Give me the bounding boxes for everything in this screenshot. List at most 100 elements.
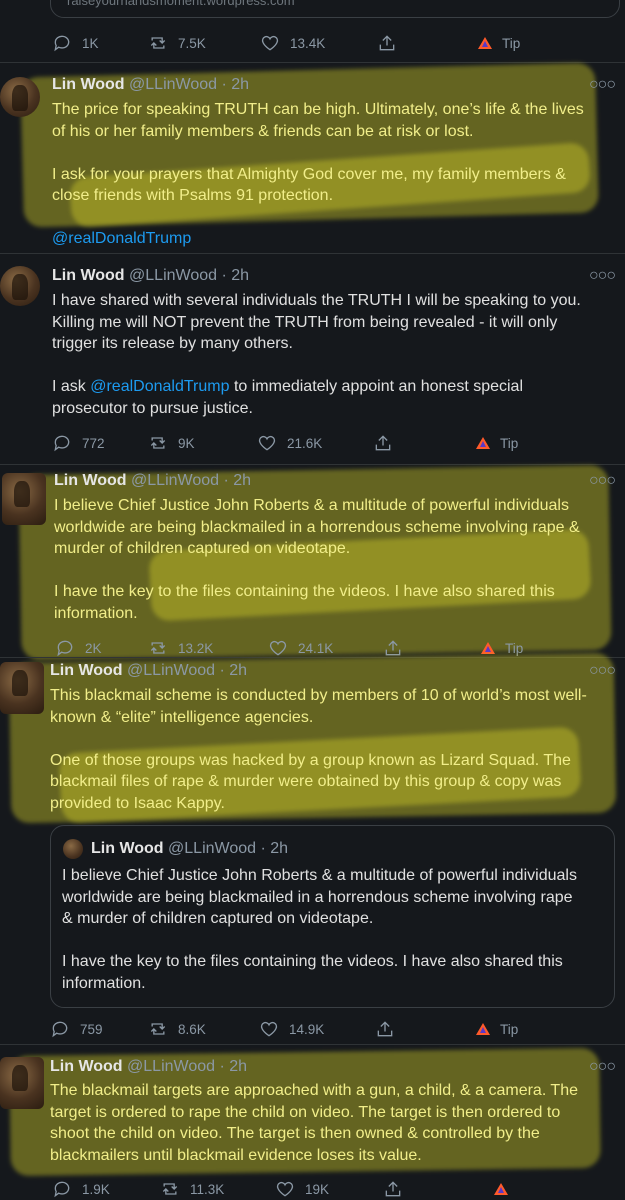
timestamp[interactable]: 2h — [233, 472, 251, 489]
author-name[interactable]: Lin Wood — [52, 267, 125, 284]
retweet-button[interactable]: 7.5K — [148, 31, 206, 55]
text-line: murder of children captured on videotape… — [54, 540, 351, 557]
reply-button[interactable]: 772 — [52, 431, 105, 455]
like-button[interactable]: 21.6K — [257, 431, 322, 455]
tip-button[interactable] — [494, 1177, 508, 1200]
avatar[interactable] — [2, 473, 46, 525]
timestamp[interactable]: 2h — [229, 1058, 247, 1075]
more-dots-icon[interactable]: ○○○ — [589, 1059, 616, 1075]
like-count: 21.6K — [287, 435, 323, 451]
retweet-button[interactable]: 9K — [148, 431, 195, 455]
tip-button[interactable]: Tip — [476, 1017, 518, 1041]
text-fragment: I ask — [52, 378, 91, 395]
author-name[interactable]: Lin Wood — [54, 472, 127, 489]
tweet[interactable]: Lin Wood @LLinWood · 2h ○○○ The blackmai… — [0, 1045, 625, 1200]
share-button[interactable] — [373, 431, 393, 455]
timestamp[interactable]: 2h — [229, 662, 247, 679]
share-button[interactable] — [375, 1017, 395, 1041]
tip-button[interactable]: Tip — [478, 31, 520, 55]
retweet-button[interactable]: 13.2K — [148, 636, 213, 660]
author-handle[interactable]: @LLinWood — [129, 267, 217, 284]
author-name[interactable]: Lin Wood — [50, 1058, 123, 1075]
retweet-button[interactable]: 11.3K — [160, 1177, 224, 1200]
share-icon — [385, 1181, 401, 1197]
share-button[interactable] — [383, 636, 403, 660]
heart-icon — [269, 640, 287, 656]
tip-button[interactable]: Tip — [476, 431, 518, 455]
separator-dot: · — [221, 267, 227, 284]
reply-count: 759 — [80, 1021, 103, 1037]
text-line: I have the key to the files containing t… — [62, 953, 563, 970]
more-dots-icon[interactable]: ○○○ — [589, 473, 616, 489]
timestamp[interactable]: 2h — [231, 267, 249, 284]
more-dots-icon[interactable]: ○○○ — [589, 77, 616, 93]
tweet[interactable]: Lin Wood @LLinWood · 2h ○○○ I have share… — [0, 254, 625, 465]
share-icon — [379, 35, 395, 51]
author-handle[interactable]: @LLinWood — [127, 662, 215, 679]
retweet-icon — [150, 642, 166, 654]
tweet-header: Lin Wood @LLinWood · 2h — [52, 266, 249, 286]
separator-dot: · — [223, 472, 229, 489]
link-preview-text: raiseyourhandsmoment.wordpress.com — [67, 0, 295, 8]
tip-label: Tip — [500, 435, 519, 451]
author-name[interactable]: Lin Wood — [50, 662, 123, 679]
avatar[interactable] — [0, 1057, 44, 1109]
reply-button[interactable]: 2K — [55, 636, 102, 660]
tip-label: Tip — [505, 640, 524, 656]
tweet-header: Lin Wood @LLinWood · 2h — [52, 75, 249, 95]
text-line — [50, 728, 587, 750]
mention-link[interactable]: @realDonaldTrump — [52, 230, 191, 247]
link-preview-card[interactable]: raiseyourhandsmoment.wordpress.com — [50, 0, 620, 18]
like-count: 19K — [305, 1181, 330, 1197]
quote-text: I believe Chief Justice John Roberts & a… — [62, 865, 577, 994]
text-line: close friends with Psalms 91 protection. — [52, 187, 334, 204]
tweet-text: This blackmail scheme is conducted by me… — [50, 685, 587, 814]
heart-icon — [260, 1021, 278, 1037]
tip-icon — [476, 1023, 490, 1035]
author-name[interactable]: Lin Wood — [52, 76, 125, 93]
avatar[interactable] — [0, 77, 40, 117]
timestamp[interactable]: 2h — [231, 76, 249, 93]
retweet-count: 9K — [178, 435, 195, 451]
author-handle[interactable]: @LLinWood — [129, 76, 217, 93]
tweet[interactable]: Lin Wood @LLinWood · 2h ○○○ I believe Ch… — [0, 465, 625, 658]
retweet-icon — [150, 37, 166, 49]
share-button[interactable] — [383, 1177, 403, 1200]
separator-dot: · — [221, 76, 227, 93]
like-button[interactable]: 24.1K — [268, 636, 333, 660]
like-button[interactable]: 13.4K — [260, 31, 325, 55]
mention-link[interactable]: @realDonaldTrump — [90, 378, 229, 395]
text-line: worldwide are being blackmailed in a hor… — [54, 518, 580, 536]
retweet-count: 7.5K — [178, 35, 206, 51]
reply-button[interactable]: 1.9K — [52, 1177, 110, 1200]
tweet-actions: 759 8.6K 14.9K Tip — [0, 1017, 625, 1041]
text-line — [54, 560, 580, 582]
quote-timestamp: 2h — [270, 840, 289, 857]
more-dots-icon[interactable]: ○○○ — [589, 663, 616, 679]
like-button[interactable]: 19K — [275, 1177, 329, 1200]
like-button[interactable]: 14.9K — [259, 1017, 324, 1041]
tip-label: Tip — [502, 35, 521, 51]
retweet-count: 8.6K — [178, 1021, 206, 1037]
retweet-button[interactable]: 8.6K — [148, 1017, 206, 1041]
author-handle[interactable]: @LLinWood — [127, 1058, 215, 1075]
text-line: blackmailers until blackmail evidence lo… — [50, 1146, 422, 1164]
text-line: information. — [54, 604, 138, 622]
share-icon — [377, 1021, 393, 1037]
reply-button[interactable]: 1K — [52, 31, 99, 55]
quoted-tweet[interactable]: Lin Wood @LLinWood · 2h I believe Chief … — [50, 825, 615, 1008]
share-icon — [385, 640, 401, 656]
avatar[interactable] — [0, 266, 40, 306]
tip-button[interactable]: Tip — [481, 636, 523, 660]
tweet-actions: 2K 13.2K 24.1K Tip — [0, 636, 625, 660]
avatar[interactable] — [0, 662, 44, 714]
author-handle[interactable]: @LLinWood — [131, 472, 219, 489]
share-button[interactable] — [377, 31, 397, 55]
reply-button[interactable]: 759 — [50, 1017, 103, 1041]
quote-author-handle: @LLinWood — [168, 840, 257, 857]
retweet-count: 13.2K — [178, 640, 214, 656]
tip-icon — [481, 642, 495, 654]
tweet[interactable]: Lin Wood @LLinWood · 2h ○○○ The price fo… — [0, 63, 625, 254]
text-line: prosecutor to pursue justice. — [52, 399, 253, 417]
more-dots-icon[interactable]: ○○○ — [589, 268, 616, 284]
